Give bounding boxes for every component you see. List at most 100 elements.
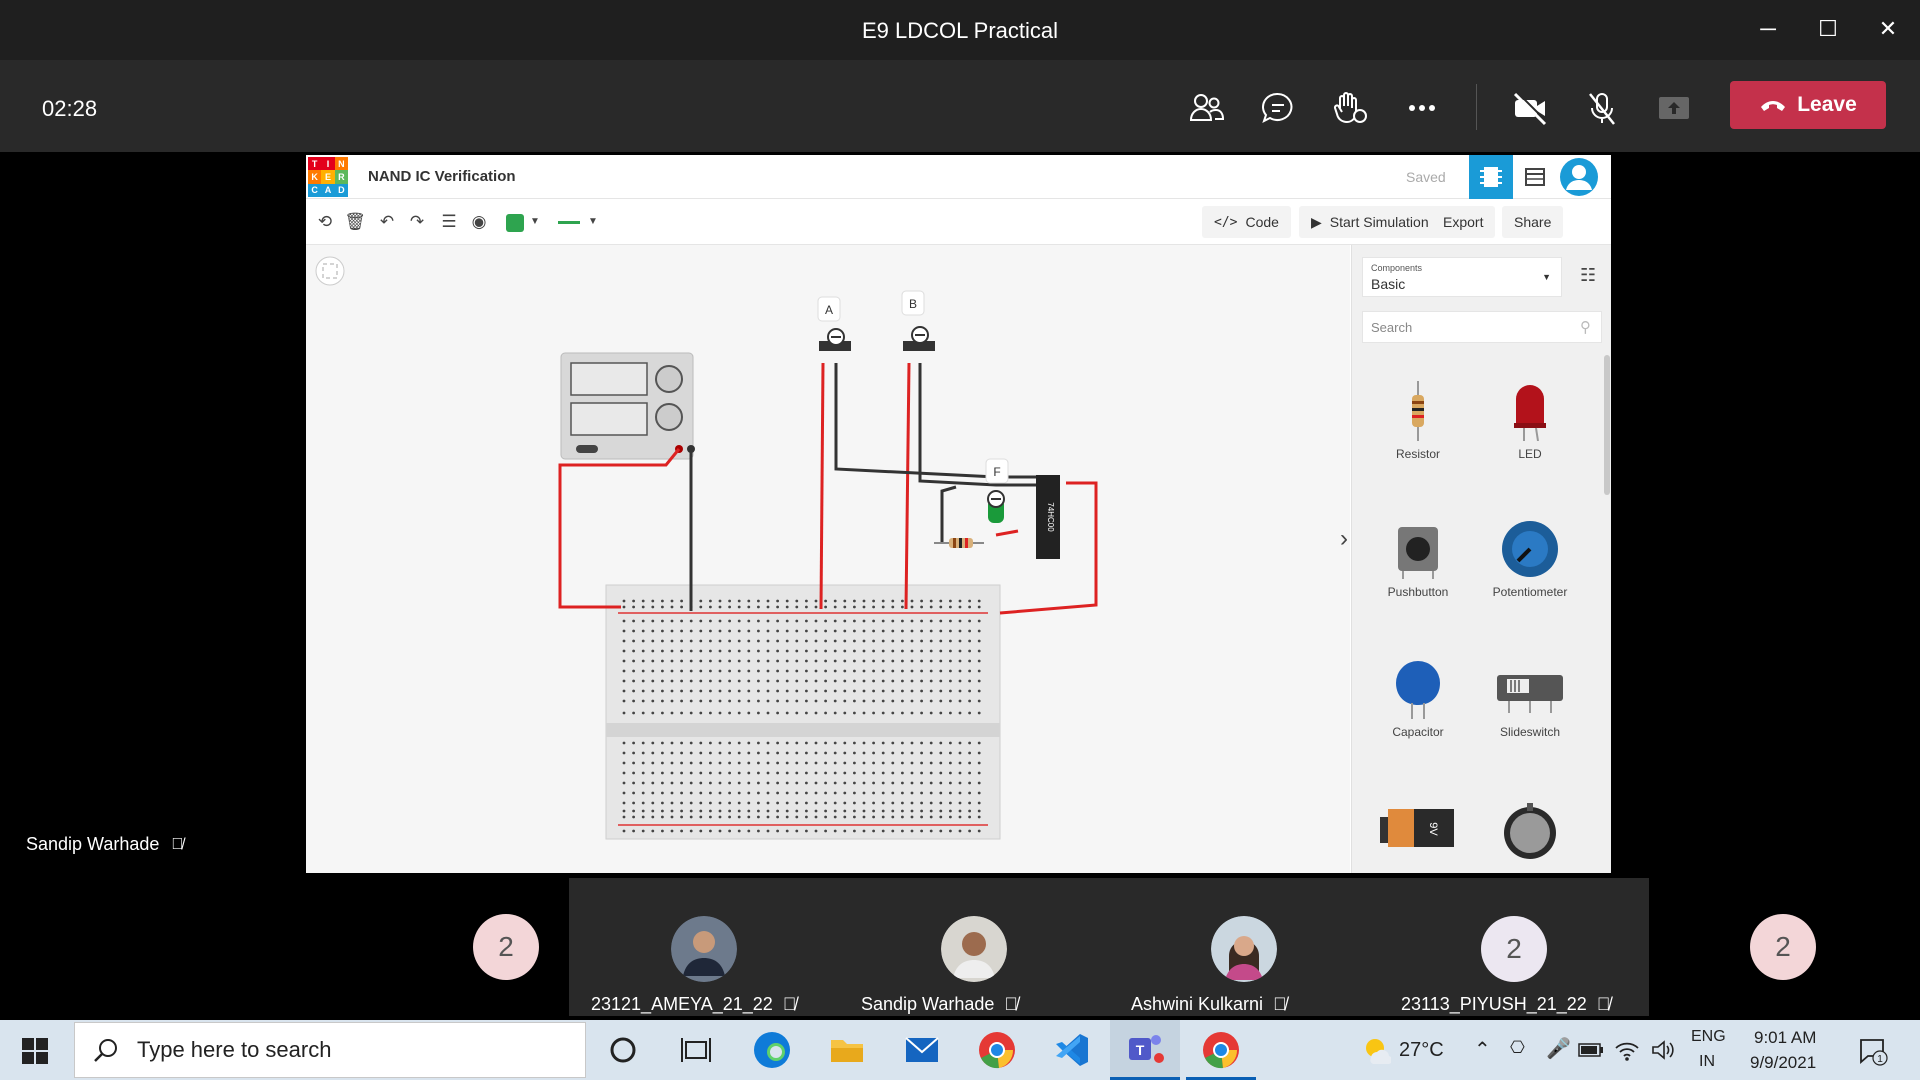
presenter-name: Sandip Warhade bbox=[26, 834, 160, 854]
delete-icon[interactable]: 🗑 bbox=[344, 211, 366, 233]
breadboard-hole bbox=[622, 815, 626, 819]
component-resistor[interactable]: Resistor bbox=[1368, 381, 1468, 461]
panel-scrollbar[interactable] bbox=[1604, 355, 1610, 495]
overflow-count-badge[interactable]: 2 bbox=[473, 914, 539, 980]
share-button[interactable]: Share bbox=[1502, 206, 1564, 238]
cortana-icon[interactable] bbox=[601, 1028, 645, 1072]
power-supply[interactable] bbox=[560, 352, 695, 460]
participant-tile[interactable]: 23121_AMEYA_21_22 🎙̸ bbox=[569, 878, 839, 1016]
code-button[interactable]: </> Code bbox=[1202, 206, 1291, 238]
edge-icon[interactable] bbox=[750, 1028, 794, 1072]
breadboard-hole bbox=[709, 829, 712, 833]
design-title[interactable]: NAND IC Verification bbox=[368, 168, 516, 185]
circuit-canvas[interactable]: A B F 74HC00 › bbox=[306, 245, 1350, 873]
mail-icon[interactable] bbox=[900, 1028, 944, 1072]
file-explorer-icon[interactable] bbox=[825, 1028, 869, 1072]
components-dropdown[interactable]: Components Basic ▼ bbox=[1362, 257, 1562, 297]
chevron-down-icon[interactable]: ▼ bbox=[582, 211, 604, 233]
breadboard-hole bbox=[833, 809, 837, 813]
battery-icon[interactable] bbox=[1578, 1042, 1604, 1058]
breadboard-hole bbox=[843, 771, 847, 775]
clock-date[interactable]: 9/9/2021 bbox=[1750, 1053, 1816, 1073]
input-language[interactable]: ENG bbox=[1691, 1028, 1726, 1046]
windows-start-icon[interactable] bbox=[22, 1038, 48, 1064]
list-view-icon[interactable]: ☷ bbox=[1580, 265, 1596, 286]
breadboard-hole bbox=[910, 791, 914, 795]
breadboard-hole bbox=[766, 669, 770, 673]
chevron-down-icon[interactable]: ▼ bbox=[524, 211, 546, 233]
maximize-button[interactable]: ☐ bbox=[1810, 14, 1846, 44]
switch-b[interactable]: B bbox=[901, 290, 935, 351]
task-view-icon[interactable] bbox=[674, 1028, 718, 1072]
close-button[interactable]: ✕ bbox=[1870, 14, 1906, 44]
participant-tile[interactable]: 2 23113_PIYUSH_21_22 🎙̸ bbox=[1379, 878, 1649, 1016]
input-region[interactable]: IN bbox=[1699, 1053, 1715, 1071]
teams-taskbar-item[interactable]: T bbox=[1110, 1020, 1180, 1080]
breadboard-hole bbox=[843, 751, 847, 755]
overflow-count-badge[interactable]: 2 bbox=[1750, 914, 1816, 980]
visibility-icon[interactable]: ◉ bbox=[468, 211, 490, 233]
notification-center-icon[interactable]: 1 bbox=[1858, 1036, 1888, 1066]
circuit-view-button[interactable] bbox=[1469, 155, 1513, 199]
breadboard-hole bbox=[785, 711, 789, 715]
chat-icon[interactable] bbox=[1258, 88, 1298, 128]
search-icon[interactable]: ⚲ bbox=[1580, 318, 1591, 336]
nand-ic[interactable]: 74HC00 bbox=[1036, 475, 1060, 559]
redo-icon[interactable]: ↷ bbox=[406, 211, 428, 233]
taskbar-search-input[interactable]: Type here to search bbox=[74, 1022, 586, 1078]
breadboard-hole bbox=[843, 791, 847, 795]
undo-icon[interactable]: ↶ bbox=[376, 211, 398, 233]
wire-type-icon[interactable] bbox=[558, 221, 580, 224]
user-avatar-icon[interactable] bbox=[1559, 157, 1599, 197]
avatar bbox=[1211, 916, 1277, 982]
camera-off-icon[interactable] bbox=[1510, 88, 1550, 128]
breadboard-hole bbox=[728, 689, 731, 693]
reactions-icon[interactable] bbox=[1330, 88, 1370, 128]
wifi-icon[interactable] bbox=[1614, 1038, 1640, 1062]
volume-icon[interactable] bbox=[1650, 1038, 1676, 1062]
component-capacitor[interactable]: Capacitor bbox=[1368, 655, 1468, 739]
more-icon[interactable] bbox=[1402, 88, 1442, 128]
breadboard[interactable] bbox=[605, 584, 1001, 840]
component-battery[interactable]: 9V bbox=[1368, 805, 1468, 857]
teams-icon: T bbox=[1129, 1035, 1164, 1063]
participant-tile[interactable]: Sandip Warhade 🎙̸ bbox=[839, 878, 1109, 1016]
notes-icon[interactable]: ☰ bbox=[438, 211, 460, 233]
tinkercad-logo[interactable]: T I N K E R C A D bbox=[308, 157, 348, 197]
output-led[interactable]: F bbox=[985, 458, 1009, 523]
breadboard-hole bbox=[709, 751, 712, 755]
meet-now-icon[interactable]: ⎔ bbox=[1510, 1038, 1525, 1058]
microphone-icon[interactable]: 🎤 bbox=[1546, 1036, 1571, 1061]
component-led[interactable]: LED bbox=[1480, 381, 1580, 461]
minimize-button[interactable]: ─ bbox=[1750, 14, 1786, 44]
component-coin-cell[interactable] bbox=[1480, 801, 1580, 867]
export-button[interactable]: Export bbox=[1431, 206, 1496, 238]
breadboard-hole bbox=[680, 809, 683, 813]
component-slideswitch[interactable]: Slideswitch bbox=[1480, 665, 1580, 739]
chevron-up-icon[interactable]: ⌃ bbox=[1474, 1037, 1491, 1062]
vscode-icon[interactable] bbox=[1050, 1028, 1094, 1072]
component-pushbutton[interactable]: Pushbutton bbox=[1368, 519, 1468, 599]
weather-icon[interactable] bbox=[1363, 1036, 1391, 1064]
breadboard-hole bbox=[843, 669, 847, 673]
fit-view-icon[interactable] bbox=[315, 256, 345, 286]
breadboard-hole bbox=[920, 649, 923, 653]
clock-time[interactable]: 9:01 AM bbox=[1754, 1028, 1816, 1048]
chrome-active-taskbar-item[interactable] bbox=[1186, 1020, 1256, 1080]
chrome-icon[interactable] bbox=[975, 1028, 1019, 1072]
component-list-icon[interactable] bbox=[1513, 155, 1557, 199]
mic-off-icon[interactable] bbox=[1582, 88, 1622, 128]
participant-tile[interactable]: Ashwini Kulkarni 🎙̸ bbox=[1109, 878, 1379, 1016]
circuit-drawing[interactable]: A B F 74HC00 bbox=[306, 245, 1350, 873]
switch-a[interactable]: A bbox=[817, 296, 851, 351]
weather-temperature[interactable]: 27°C bbox=[1399, 1039, 1444, 1062]
wire-color-swatch[interactable] bbox=[506, 214, 524, 232]
share-screen-icon[interactable] bbox=[1654, 88, 1694, 128]
leave-button[interactable]: Leave bbox=[1730, 81, 1886, 129]
component-potentiometer[interactable]: Potentiometer bbox=[1480, 519, 1580, 599]
panel-collapse-icon[interactable]: › bbox=[1340, 525, 1348, 553]
participants-icon[interactable] bbox=[1186, 88, 1226, 128]
component-search-input[interactable]: Search ⚲ bbox=[1362, 311, 1602, 343]
start-simulation-button[interactable]: ▶ Start Simulation bbox=[1299, 206, 1441, 238]
rotate-icon[interactable]: ⟲ bbox=[314, 211, 336, 233]
